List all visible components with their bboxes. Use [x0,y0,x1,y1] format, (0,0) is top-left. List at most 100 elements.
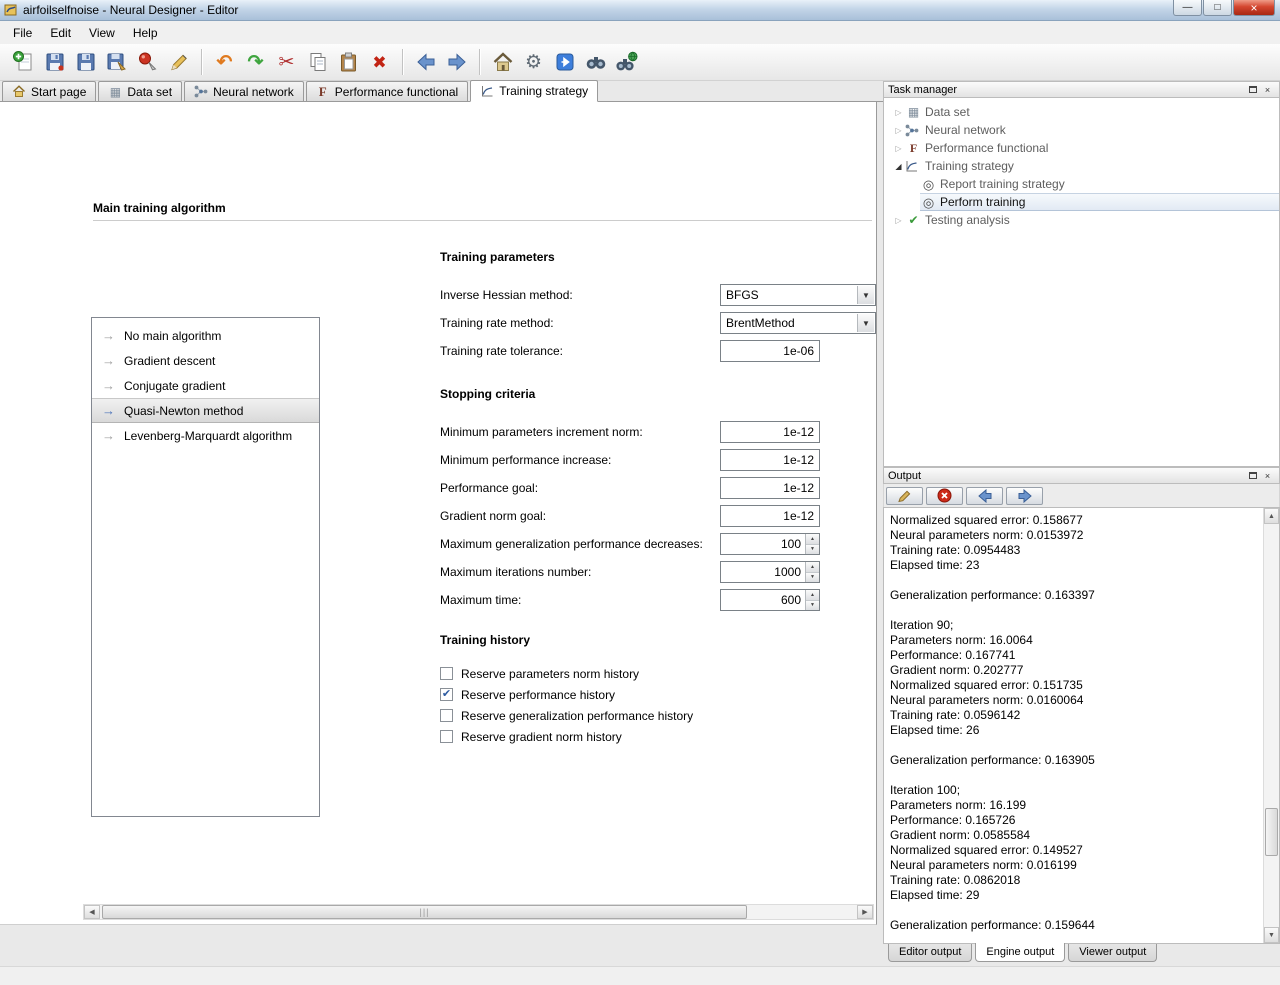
max-generalization-decreases-spinner[interactable]: ▲ ▼ [720,533,820,555]
reserve-generalization-performance-history-checkbox[interactable] [440,709,453,722]
tab-start-page[interactable]: Start page [2,81,97,101]
clear-output-button[interactable] [926,486,963,505]
training-rate-tolerance-input[interactable] [720,340,820,362]
gradient-norm-goal-input[interactable] [720,505,820,527]
next-output-button[interactable] [1006,486,1043,505]
list-item-conjugate-gradient[interactable]: → Conjugate gradient [92,373,319,398]
min-performance-increase-input[interactable] [720,449,820,471]
copy-icon [310,53,325,71]
tab-neural-network[interactable]: Neural network [184,81,304,101]
spin-down-button[interactable]: ▼ [806,571,819,582]
maximize-button[interactable]: □ [1203,0,1232,16]
previous-output-button[interactable] [966,486,1003,505]
search-button[interactable] [580,47,611,78]
spin-down-button[interactable]: ▼ [806,543,819,554]
reserve-gradient-norm-history-checkbox[interactable] [440,730,453,743]
scrollbar-thumb[interactable]: ||| [102,905,747,919]
tree-item-performance-functional[interactable]: ▷ F Performance functional [884,139,1279,157]
tree-item-neural-network[interactable]: ▷ Neural network [884,121,1279,139]
list-item-gradient-descent[interactable]: → Gradient descent [92,348,319,373]
spin-up-button[interactable]: ▲ [806,590,819,600]
menu-file[interactable]: File [4,22,41,44]
home-button[interactable] [487,47,518,78]
paste-button[interactable] [333,47,364,78]
scroll-down-button[interactable]: ▼ [1264,927,1279,943]
find-button[interactable] [611,47,642,78]
max-time-input[interactable] [721,590,805,610]
run-button[interactable] [549,47,580,78]
expander-icon[interactable]: ▷ [892,126,905,135]
reserve-performance-history-checkbox[interactable]: ✔ [440,688,453,701]
tab-engine-output[interactable]: Engine output [975,943,1066,962]
tab-performance-functional[interactable]: F Performance functional [305,81,469,101]
max-time-spinner[interactable]: ▲ ▼ [720,589,820,611]
tab-viewer-output[interactable]: Viewer output [1068,944,1158,962]
scroll-up-button[interactable]: ▲ [1264,508,1279,524]
expander-icon[interactable]: ▷ [892,108,905,117]
scroll-right-button[interactable]: ▶ [857,905,873,919]
expander-icon[interactable]: ▷ [892,216,905,225]
chevron-down-icon[interactable]: ▼ [857,314,874,332]
tree-item-label: Data set [925,105,970,119]
settings-button[interactable]: ⚙ [518,47,549,78]
scrollbar-thumb[interactable] [1265,808,1278,856]
close-panel-button[interactable]: × [1260,83,1275,96]
spin-up-button[interactable]: ▲ [806,562,819,572]
menu-view[interactable]: View [80,22,124,44]
spin-down-button[interactable]: ▼ [806,599,819,610]
tree-item-perform-training[interactable]: ◎ Perform training [884,193,1279,211]
tab-training-strategy[interactable]: Training strategy [470,80,599,102]
scroll-left-button[interactable]: ◀ [84,905,100,919]
float-panel-button[interactable] [1245,83,1260,96]
redo-button[interactable]: ↷ [240,47,271,78]
close-panel-button[interactable]: × [1260,469,1275,482]
menu-help[interactable]: Help [124,22,167,44]
training-rate-method-combo[interactable]: BrentMethod ▼ [720,312,876,334]
max-iterations-input[interactable] [721,562,805,582]
menu-edit[interactable]: Edit [41,22,80,44]
tab-editor-output[interactable]: Editor output [888,944,973,962]
undo-button[interactable]: ↶ [209,47,240,78]
vertical-scrollbar[interactable]: ▲ ▼ [1263,508,1279,943]
title-bar: airfoilselfnoise - Neural Designer - Edi… [0,0,1280,21]
expander-icon[interactable]: ◢ [892,162,905,171]
float-panel-button[interactable] [1245,469,1260,482]
tree-item-data-set[interactable]: ▷ ▦ Data set [884,103,1279,121]
list-item-no-main-algorithm[interactable]: → No main algorithm [92,323,319,348]
list-item-quasi-newton-method[interactable]: → Quasi-Newton method [92,398,319,423]
chevron-down-icon[interactable]: ▼ [857,286,874,304]
copy-button[interactable] [302,47,333,78]
save-as-button[interactable] [101,47,132,78]
edit-button[interactable] [163,47,194,78]
save-button[interactable] [70,47,101,78]
delete-button[interactable]: ✖ [364,47,395,78]
tree-item-label: Neural network [925,123,1006,137]
minimize-button[interactable]: — [1173,0,1202,16]
reserve-parameters-norm-history-checkbox[interactable] [440,667,453,680]
tree-item-report-training-strategy[interactable]: ◎ Report training strategy [884,175,1279,193]
check-icon: ✔ [908,213,919,227]
close-button[interactable]: × [1233,0,1275,16]
expander-icon[interactable]: ▷ [892,144,905,153]
tree-item-training-strategy[interactable]: ◢ Training strategy [884,157,1279,175]
inverse-hessian-combo[interactable]: BFGS ▼ [720,284,876,306]
output-log-text[interactable]: Normalized squared error: 0.158677 Neura… [884,508,1263,943]
edit-output-button[interactable] [886,486,923,505]
max-generalization-decreases-input[interactable] [721,534,805,554]
tab-data-set[interactable]: ▦ Data set [98,81,183,101]
min-parameters-increment-norm-input[interactable] [720,421,820,443]
scrollbar-track[interactable]: ||| [100,905,857,919]
print-button[interactable] [132,47,163,78]
max-iterations-spinner[interactable]: ▲ ▼ [720,561,820,583]
cut-button[interactable]: ✂ [271,47,302,78]
spin-up-button[interactable]: ▲ [806,534,819,544]
forward-button[interactable] [441,47,472,78]
list-item-levenberg-marquardt[interactable]: → Levenberg-Marquardt algorithm [92,423,319,448]
horizontal-scrollbar[interactable]: ◀ ||| ▶ [83,904,874,920]
open-button[interactable] [39,47,70,78]
tree-item-testing-analysis[interactable]: ▷ ✔ Testing analysis [884,211,1279,229]
new-button[interactable] [8,47,39,78]
back-button[interactable] [410,47,441,78]
performance-goal-input[interactable] [720,477,820,499]
chart-icon [905,160,922,173]
